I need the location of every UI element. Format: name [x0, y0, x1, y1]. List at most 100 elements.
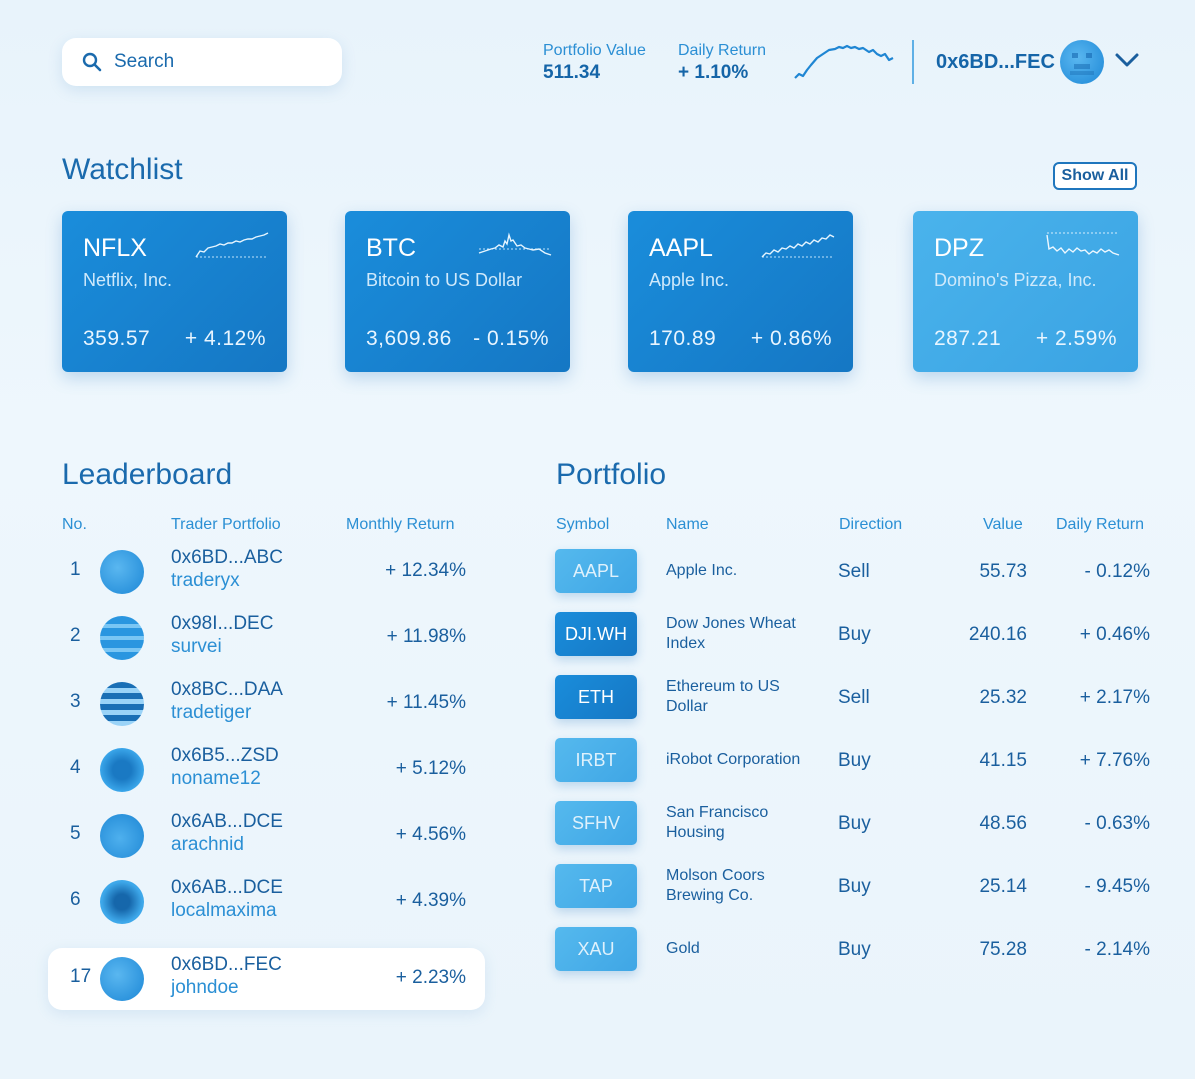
portfolio-header-value: Value [983, 516, 1023, 533]
portfolio-row[interactable]: ETH Ethereum to US Dollar Sell 25.32 + 2… [555, 675, 1155, 723]
portfolio-name: Ethereum to US Dollar [666, 677, 811, 717]
portfolio-header-direction: Direction [839, 516, 903, 533]
portfolio-header-daily-return: Daily Return [1056, 516, 1145, 533]
portfolio-value-stat: Portfolio Value 511.34 [543, 42, 646, 84]
card-price: 359.57 [83, 327, 151, 350]
portfolio-daily-return: + 0.46% [1079, 624, 1150, 645]
leaderboard-row[interactable]: 4 0x6B5...ZSD noname12 + 5.12% [48, 739, 485, 801]
watchlist-card-dpz[interactable]: DPZ Domino's Pizza, Inc. 287.21 + 2.59% [913, 211, 1138, 372]
leaderboard-title: Leaderboard [62, 458, 233, 491]
leaderboard-header-return: Monthly Return [346, 516, 455, 533]
portfolio-name-line: Gold [666, 940, 700, 957]
portfolio-direction: Buy [838, 876, 871, 897]
avatar [100, 616, 144, 660]
card-price: 3,609.86 [366, 327, 452, 350]
leaderboard-address: 0x6B5...ZSD [171, 745, 279, 766]
leaderboard-row[interactable]: 6 0x6AB...DCE localmaxima + 4.39% [48, 871, 485, 933]
watchlist-card-nflx[interactable]: NFLX Netflix, Inc. 359.57 + 4.12% [62, 211, 287, 372]
leaderboard-username: survei [171, 636, 222, 657]
leaderboard-rank: 2 [70, 625, 81, 646]
portfolio-name-line: Molson Coors [666, 867, 765, 884]
daily-return-stat: Daily Return + 1.10% [678, 42, 766, 84]
leaderboard-return: + 4.56% [395, 824, 466, 845]
leaderboard-header-rank: No. [62, 516, 87, 533]
portfolio-value-cell: 41.15 [979, 750, 1027, 771]
portfolio-name-line: Ethereum to US [666, 678, 780, 695]
leaderboard-return: + 5.12% [395, 758, 466, 779]
leaderboard-row[interactable]: 3 0x8BC...DAA tradetiger + 11.45% [48, 673, 485, 735]
portfolio-symbol-tag[interactable]: TAP [555, 864, 637, 908]
card-price: 287.21 [934, 327, 1002, 350]
portfolio-title: Portfolio [556, 458, 667, 491]
leaderboard-return: + 4.39% [395, 890, 466, 911]
portfolio-direction: Sell [838, 687, 870, 708]
avatar [100, 880, 144, 924]
card-price: 170.89 [649, 327, 717, 350]
leaderboard-rank: 5 [70, 823, 81, 844]
search-input[interactable] [114, 51, 314, 73]
portfolio-daily-return: + 2.17% [1079, 687, 1150, 708]
card-change: + 2.59% [1035, 327, 1117, 350]
leaderboard-row[interactable]: 5 0x6AB...DCE arachnid + 4.56% [48, 805, 485, 867]
card-change: + 0.86% [750, 327, 832, 350]
portfolio-symbol-tag[interactable]: AAPL [555, 549, 637, 593]
chevron-down-icon[interactable] [1114, 50, 1140, 70]
account-address[interactable]: 0x6BD...FEC [936, 51, 1055, 74]
portfolio-symbol-tag[interactable]: DJI.WH [555, 612, 637, 656]
portfolio-name-line: Housing [666, 824, 725, 841]
header-divider [912, 40, 914, 84]
portfolio-row[interactable]: AAPL Apple Inc. Sell 55.73 - 0.12% [555, 549, 1155, 597]
portfolio-name-line: Brewing Co. [666, 887, 754, 904]
leaderboard-return: + 2.23% [395, 967, 466, 988]
card-name: Apple Inc. [649, 270, 730, 290]
avatar [100, 748, 144, 792]
portfolio-row[interactable]: IRBT iRobot Corporation Buy 41.15 + 7.76… [555, 738, 1155, 786]
portfolio-symbol-tag[interactable]: ETH [555, 675, 637, 719]
portfolio-value-label: Portfolio Value [543, 42, 646, 59]
portfolio-direction: Sell [838, 561, 870, 582]
portfolio-direction: Buy [838, 624, 871, 645]
portfolio-daily-return: - 9.45% [1084, 876, 1150, 897]
watchlist-title: Watchlist [62, 153, 183, 186]
portfolio-symbol-tag[interactable]: SFHV [555, 801, 637, 845]
daily-return-label: Daily Return [678, 42, 767, 59]
leaderboard-address: 0x6AB...DCE [171, 811, 283, 832]
card-sparkline [478, 232, 552, 256]
card-change: + 4.12% [184, 327, 266, 350]
card-sparkline [195, 232, 269, 258]
portfolio-daily-return: + 7.76% [1079, 750, 1150, 771]
search-bar[interactable] [62, 38, 342, 86]
portfolio-daily-return: - 0.63% [1084, 813, 1150, 834]
leaderboard-return: + 11.98% [386, 626, 466, 647]
portfolio-value-cell: 240.16 [968, 624, 1027, 645]
search-icon [82, 52, 102, 72]
portfolio-value: 511.34 [543, 62, 601, 83]
portfolio-header-name: Name [666, 516, 709, 533]
watchlist-card-aapl[interactable]: AAPL Apple Inc. 170.89 + 0.86% [628, 211, 853, 372]
leaderboard-address: 0x98I...DEC [171, 613, 274, 634]
avatar[interactable] [1060, 40, 1104, 84]
portfolio-header-symbol: Symbol [556, 516, 610, 533]
portfolio-name-line: Dollar [666, 698, 708, 715]
portfolio-name: Apple Inc. [666, 561, 811, 581]
portfolio-row[interactable]: TAP Molson Coors Brewing Co. Buy 25.14 -… [555, 864, 1155, 912]
portfolio-name-line: Dow Jones Wheat [666, 615, 796, 632]
leaderboard-row[interactable]: 1 0x6BD...ABC traderyx + 12.34% [48, 541, 485, 603]
daily-return-value: + 1.10% [678, 62, 749, 83]
card-sparkline [1046, 232, 1120, 256]
leaderboard-row[interactable]: 2 0x98I...DEC survei + 11.98% [48, 607, 485, 669]
leaderboard-row-current-user[interactable]: 17 0x6BD...FEC johndoe + 2.23% [48, 948, 485, 1010]
portfolio-symbol-tag[interactable]: XAU [555, 927, 637, 971]
watchlist-card-btc[interactable]: BTC Bitcoin to US Dollar 3,609.86 - 0.15… [345, 211, 570, 372]
portfolio-row[interactable]: DJI.WH Dow Jones Wheat Index Buy 240.16 … [555, 612, 1155, 660]
portfolio-value-cell: 75.28 [979, 939, 1027, 960]
portfolio-row[interactable]: SFHV San Francisco Housing Buy 48.56 - 0… [555, 801, 1155, 849]
portfolio-row[interactable]: XAU Gold Buy 75.28 - 2.14% [555, 927, 1155, 975]
leaderboard-address: 0x6AB...DCE [171, 877, 283, 898]
show-all-button[interactable]: Show All [1053, 162, 1137, 190]
avatar [100, 814, 144, 858]
leaderboard-rank: 3 [70, 691, 81, 712]
portfolio-direction: Buy [838, 750, 871, 771]
portfolio-symbol-tag[interactable]: IRBT [555, 738, 637, 782]
leaderboard-rank: 4 [70, 757, 81, 778]
